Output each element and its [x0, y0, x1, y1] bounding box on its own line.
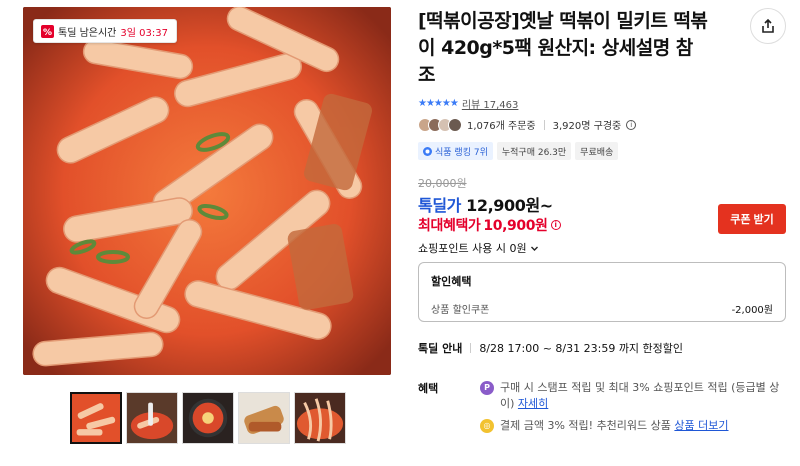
rank-badge-icon: [423, 146, 432, 156]
ranking-tag[interactable]: 식품 랭킹 7위: [418, 142, 493, 160]
details-link[interactable]: 자세히: [518, 397, 548, 410]
deal-info-row: 톡딜 안내 8/28 17:00 ~ 8/31 23:59 까지 한정할인: [418, 340, 683, 356]
info-icon[interactable]: i: [626, 119, 637, 130]
deal-price-value: 12,900원~: [466, 196, 553, 215]
orders-count: 1,076개 주문중: [467, 121, 536, 132]
point-icon: P: [480, 381, 494, 395]
share-icon: [762, 18, 774, 33]
benefit-item-text: 결제 금액 3% 적립! 추천리워드 상품 상품 더보기: [500, 418, 729, 434]
thumbnail-1[interactable]: [70, 392, 122, 444]
discount-row-label: 상품 할인쿠폰: [431, 305, 490, 316]
discount-row-amount: -2,000원: [731, 305, 773, 316]
cumulative-purchase-tag: 누적구매 26.3만: [496, 142, 572, 160]
max-benefit-price-row: 최대혜택가 10,900원 i: [418, 215, 561, 235]
svg-text:%: %: [42, 28, 51, 38]
buyer-avatars: [418, 117, 462, 132]
product-title: [떡볶이공장]옛날 떡볶이 밀키트 떡볶이 420g*5팩 원산지: 상세설명 …: [418, 10, 708, 86]
deal-info-label: 톡딜 안내: [418, 342, 463, 355]
point-use-label: 쇼핑포인트 사용 시 0원: [418, 242, 527, 255]
thumbnail-5[interactable]: [294, 392, 346, 444]
deal-timer-label: 톡딜 남은시간: [58, 27, 117, 39]
discount-box-header: 할인혜택: [431, 275, 472, 288]
social-proof-row: 1,076개 주문중 3,920명 구경중 i: [418, 117, 637, 132]
deal-price-label: 톡딜가: [418, 196, 461, 215]
thumbnail-strip: [70, 392, 346, 444]
percent-icon: %: [40, 24, 54, 38]
star-rating-icon: ★★★★★: [418, 98, 459, 109]
max-benefit-label: 최대혜택가: [418, 218, 481, 234]
deal-info-text: 8/28 17:00 ~ 8/31 23:59 까지 한정할인: [479, 342, 684, 355]
review-count-link[interactable]: 리뷰 17,463: [462, 96, 519, 111]
thumbnail-3[interactable]: [182, 392, 234, 444]
original-price: 20,000원: [418, 177, 467, 190]
share-button[interactable]: [750, 8, 786, 44]
max-benefit-value: 10,900원: [483, 218, 548, 234]
more-products-link[interactable]: 상품 더보기: [674, 419, 728, 432]
deal-price-row: 톡딜가 12,900원~: [418, 192, 553, 216]
deal-timer-value: 3일 03:37: [120, 27, 168, 39]
thumbnail-2[interactable]: [126, 392, 178, 444]
coin-icon: ◎: [480, 419, 494, 433]
benefit-item-stamp: P 구매 시 스탬프 적립 및 최대 3% 쇼핑포인트 적립 (등급별 상이) …: [480, 380, 780, 412]
benefit-item-text: 구매 시 스탬프 적립 및 최대 3% 쇼핑포인트 적립 (등급별 상이) 자세…: [500, 380, 780, 412]
rating-row: ★★★★★ 리뷰 17,463: [418, 96, 518, 111]
point-use-toggle[interactable]: 쇼핑포인트 사용 시 0원: [418, 240, 539, 256]
benefit-item-reward: ◎ 결제 금액 3% 적립! 추천리워드 상품 상품 더보기: [480, 418, 780, 434]
deal-timer-badge: % 톡딜 남은시간 3일 03:37: [33, 19, 177, 43]
watchers-count: 3,920명 구경중: [552, 121, 622, 132]
thumbnail-4[interactable]: [238, 392, 290, 444]
chevron-down-icon: [530, 246, 538, 251]
ranking-tag-label: 식품 랭킹 7위: [435, 147, 488, 158]
main-product-image: % 톡딜 남은시간 3일 03:37: [23, 7, 391, 375]
discount-benefit-box: 할인혜택 상품 할인쿠폰 -2,000원: [418, 262, 786, 322]
coupon-button[interactable]: 쿠폰 받기: [718, 204, 786, 234]
benefit-reward-text: 결제 금액 3% 적립! 추천리워드 상품: [500, 419, 671, 432]
discount-row: 상품 할인쿠폰 -2,000원: [431, 301, 773, 316]
product-tags: 식품 랭킹 7위 누적구매 26.3만 무료배송: [418, 142, 619, 160]
divider: [470, 343, 472, 353]
free-shipping-tag: 무료배송: [575, 142, 619, 160]
info-icon[interactable]: i: [550, 220, 561, 230]
benefits-label: 혜택: [418, 382, 439, 395]
divider: [543, 119, 545, 130]
